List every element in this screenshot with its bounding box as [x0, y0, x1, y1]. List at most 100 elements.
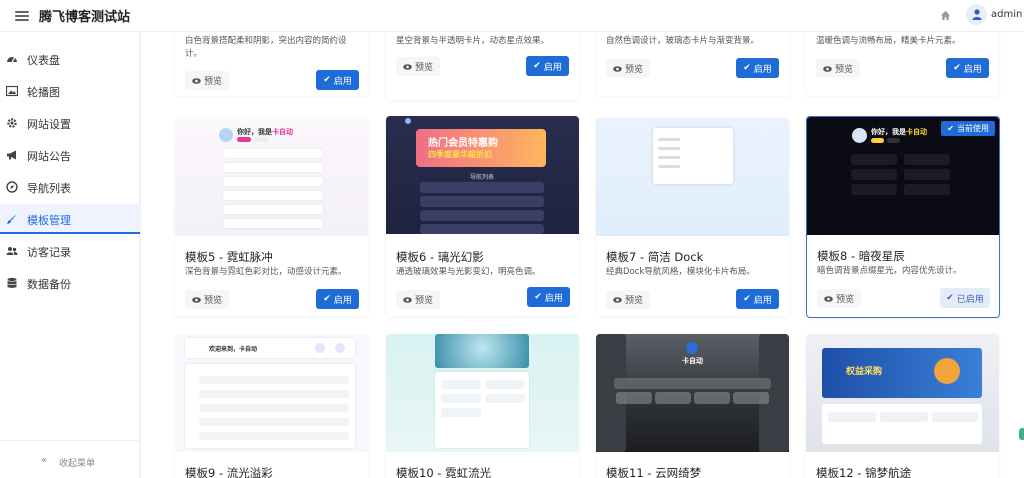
thumb-hello: 你好，我是 — [237, 128, 272, 136]
sidebar-item-nav-list[interactable]: 导航列表 — [0, 172, 140, 202]
enable-button[interactable]: ✔ 启用 — [946, 58, 989, 78]
site-title[interactable]: 腾飞博客测试站 — [39, 6, 130, 25]
thumb-hello: 你好，我是 — [871, 128, 906, 136]
check-icon: ✔ — [947, 124, 954, 133]
sidebar-item-visitors[interactable]: 访客记录 — [0, 236, 140, 266]
check-circle-icon: ✔ — [946, 293, 954, 303]
enable-button[interactable]: ✔ 启用 — [736, 58, 779, 78]
gear-icon — [7, 118, 17, 128]
check-icon: ✔ — [533, 61, 541, 71]
template-card-2: 星空背景与半透明卡片，动态星点效果。 预览 ✔ 启用 — [386, 32, 579, 100]
eye-icon — [823, 65, 832, 72]
sidebar-item-label: 导航列表 — [27, 182, 71, 195]
preview-label: 预览 — [624, 296, 643, 306]
template-desc: 温暖色调与流畅布局，精美卡片元素。 — [816, 36, 961, 46]
home-icon[interactable] — [940, 10, 951, 21]
image-icon — [6, 85, 18, 97]
sidebar-item-label: 访客记录 — [27, 246, 71, 259]
eye-icon — [613, 296, 622, 303]
check-icon: ✔ — [953, 63, 961, 73]
template-title: 模板12 - 锦梦航途 — [816, 466, 912, 478]
eye-icon — [403, 296, 412, 303]
enable-label: 启用 — [753, 295, 772, 306]
enable-label: 启用 — [543, 62, 562, 73]
preview-button[interactable]: 预览 — [606, 290, 650, 309]
template-thumbnail[interactable] — [386, 334, 579, 452]
sidebar-item-templates[interactable]: 模板管理 — [0, 204, 140, 234]
sidebar: 仪表盘 轮播图 网站设置 网站公告 导航列表 模板管理 访客记录 数据备份 « … — [0, 32, 140, 478]
template-thumbnail[interactable]: 你好，我是卡自动 — [175, 118, 368, 236]
check-icon: ✔ — [534, 292, 542, 302]
preview-button[interactable]: 预览 — [606, 59, 650, 78]
enabled-label: 已启用 — [956, 294, 984, 305]
floating-scroll-tab[interactable] — [1019, 428, 1024, 440]
dashboard-icon — [7, 57, 17, 63]
preview-button[interactable]: 预览 — [185, 71, 229, 90]
double-chevron-left-icon: « — [41, 455, 48, 466]
template-card-11: 卡自动 模板11 - 云网绮梦 — [596, 334, 789, 478]
current-badge-label: 当前使用 — [957, 124, 989, 133]
enable-button[interactable]: ✔ 启用 — [316, 289, 359, 309]
preview-label: 预览 — [834, 65, 853, 75]
current-badge: ✔ 当前使用 — [941, 121, 995, 136]
thumb-banner: 权益采购 — [846, 367, 883, 377]
template-thumbnail[interactable]: 欢迎来到，卡自动 — [175, 334, 368, 452]
template-card-6: 热门会员特惠购 四季度豪华超折扣 导航列表 模板6 - 璃光幻影 通透玻璃效果与… — [386, 116, 579, 316]
template-thumbnail[interactable]: 你好，我是卡自动 ✔ 当前使用 — [807, 117, 999, 235]
template-title: 模板7 - 简洁 Dock — [606, 250, 704, 264]
preview-button[interactable]: 预览 — [185, 290, 229, 309]
compass-icon — [6, 181, 18, 193]
user-icon — [972, 9, 981, 20]
check-icon: ✔ — [323, 75, 331, 85]
check-icon: ✔ — [743, 63, 751, 73]
thumb-name: 卡自动 — [272, 128, 293, 136]
preview-label: 预览 — [624, 65, 643, 75]
enable-label: 启用 — [333, 295, 352, 306]
template-card-9: 欢迎来到，卡自动 模板9 - 流光溢彩 — [175, 334, 368, 478]
enable-button[interactable]: ✔ 启用 — [316, 70, 359, 90]
template-desc: 暗色调背景点缀星光，内容优先设计。 — [817, 266, 962, 276]
preview-button[interactable]: 预览 — [817, 289, 861, 308]
sidebar-item-label: 仪表盘 — [27, 54, 60, 67]
user-avatar[interactable] — [966, 4, 987, 25]
thumb-banner-sub: 四季度豪华超折扣 — [428, 150, 492, 159]
collapse-menu-button[interactable]: « 收起菜单 — [0, 440, 140, 478]
template-card-5: 你好，我是卡自动 模板5 - 霓虹脉冲 深色背景与霓虹色彩对比，动感设计元素。 … — [175, 118, 368, 316]
eye-icon — [403, 63, 412, 70]
eye-icon — [192, 296, 201, 303]
top-header: 腾飞博客测试站 admin — [0, 0, 1024, 32]
preview-button[interactable]: 预览 — [396, 290, 440, 309]
sidebar-item-announcement[interactable]: 网站公告 — [0, 140, 140, 170]
sidebar-item-backup[interactable]: 数据备份 — [0, 268, 140, 298]
template-desc: 星空背景与半透明卡片，动态星点效果。 — [396, 36, 550, 46]
check-icon: ✔ — [743, 294, 751, 304]
enable-button[interactable]: ✔ 启用 — [526, 56, 569, 76]
thumb-welcome: 欢迎来到，卡自动 — [209, 346, 258, 353]
sidebar-item-carousel[interactable]: 轮播图 — [0, 76, 140, 106]
template-thumbnail[interactable] — [596, 118, 789, 236]
template-thumbnail[interactable]: 热门会员特惠购 四季度豪华超折扣 导航列表 — [386, 116, 579, 234]
preview-label: 预览 — [414, 296, 433, 306]
sidebar-item-settings[interactable]: 网站设置 — [0, 108, 140, 138]
template-title: 模板6 - 璃光幻影 — [396, 250, 484, 264]
sidebar-item-label: 网站设置 — [27, 118, 71, 131]
users-icon — [6, 247, 18, 255]
eye-icon — [192, 77, 201, 84]
enable-label: 启用 — [753, 64, 772, 75]
preview-label: 预览 — [414, 63, 433, 73]
user-name[interactable]: admin — [991, 9, 1022, 20]
template-grid: 白色背景搭配柔和阴影，突出内容的简约设 计。 预览 ✔ 启用 星空背景与半透明卡片… — [141, 32, 1024, 478]
preview-button[interactable]: 预览 — [396, 57, 440, 76]
enable-button[interactable]: ✔ 启用 — [527, 287, 570, 307]
template-card-10: 模板10 - 霓虹流光 — [386, 334, 579, 478]
template-thumbnail[interactable]: 卡自动 — [596, 334, 789, 452]
template-desc: 计。 — [185, 49, 203, 59]
sidebar-item-dashboard[interactable]: 仪表盘 — [0, 44, 140, 74]
eye-icon — [824, 295, 833, 302]
preview-button[interactable]: 预览 — [816, 59, 860, 78]
template-thumbnail[interactable]: 权益采购 — [806, 334, 999, 452]
hamburger-icon[interactable] — [15, 10, 29, 21]
preview-label: 预览 — [203, 296, 222, 306]
eye-icon — [613, 65, 622, 72]
enable-button[interactable]: ✔ 启用 — [736, 289, 779, 309]
